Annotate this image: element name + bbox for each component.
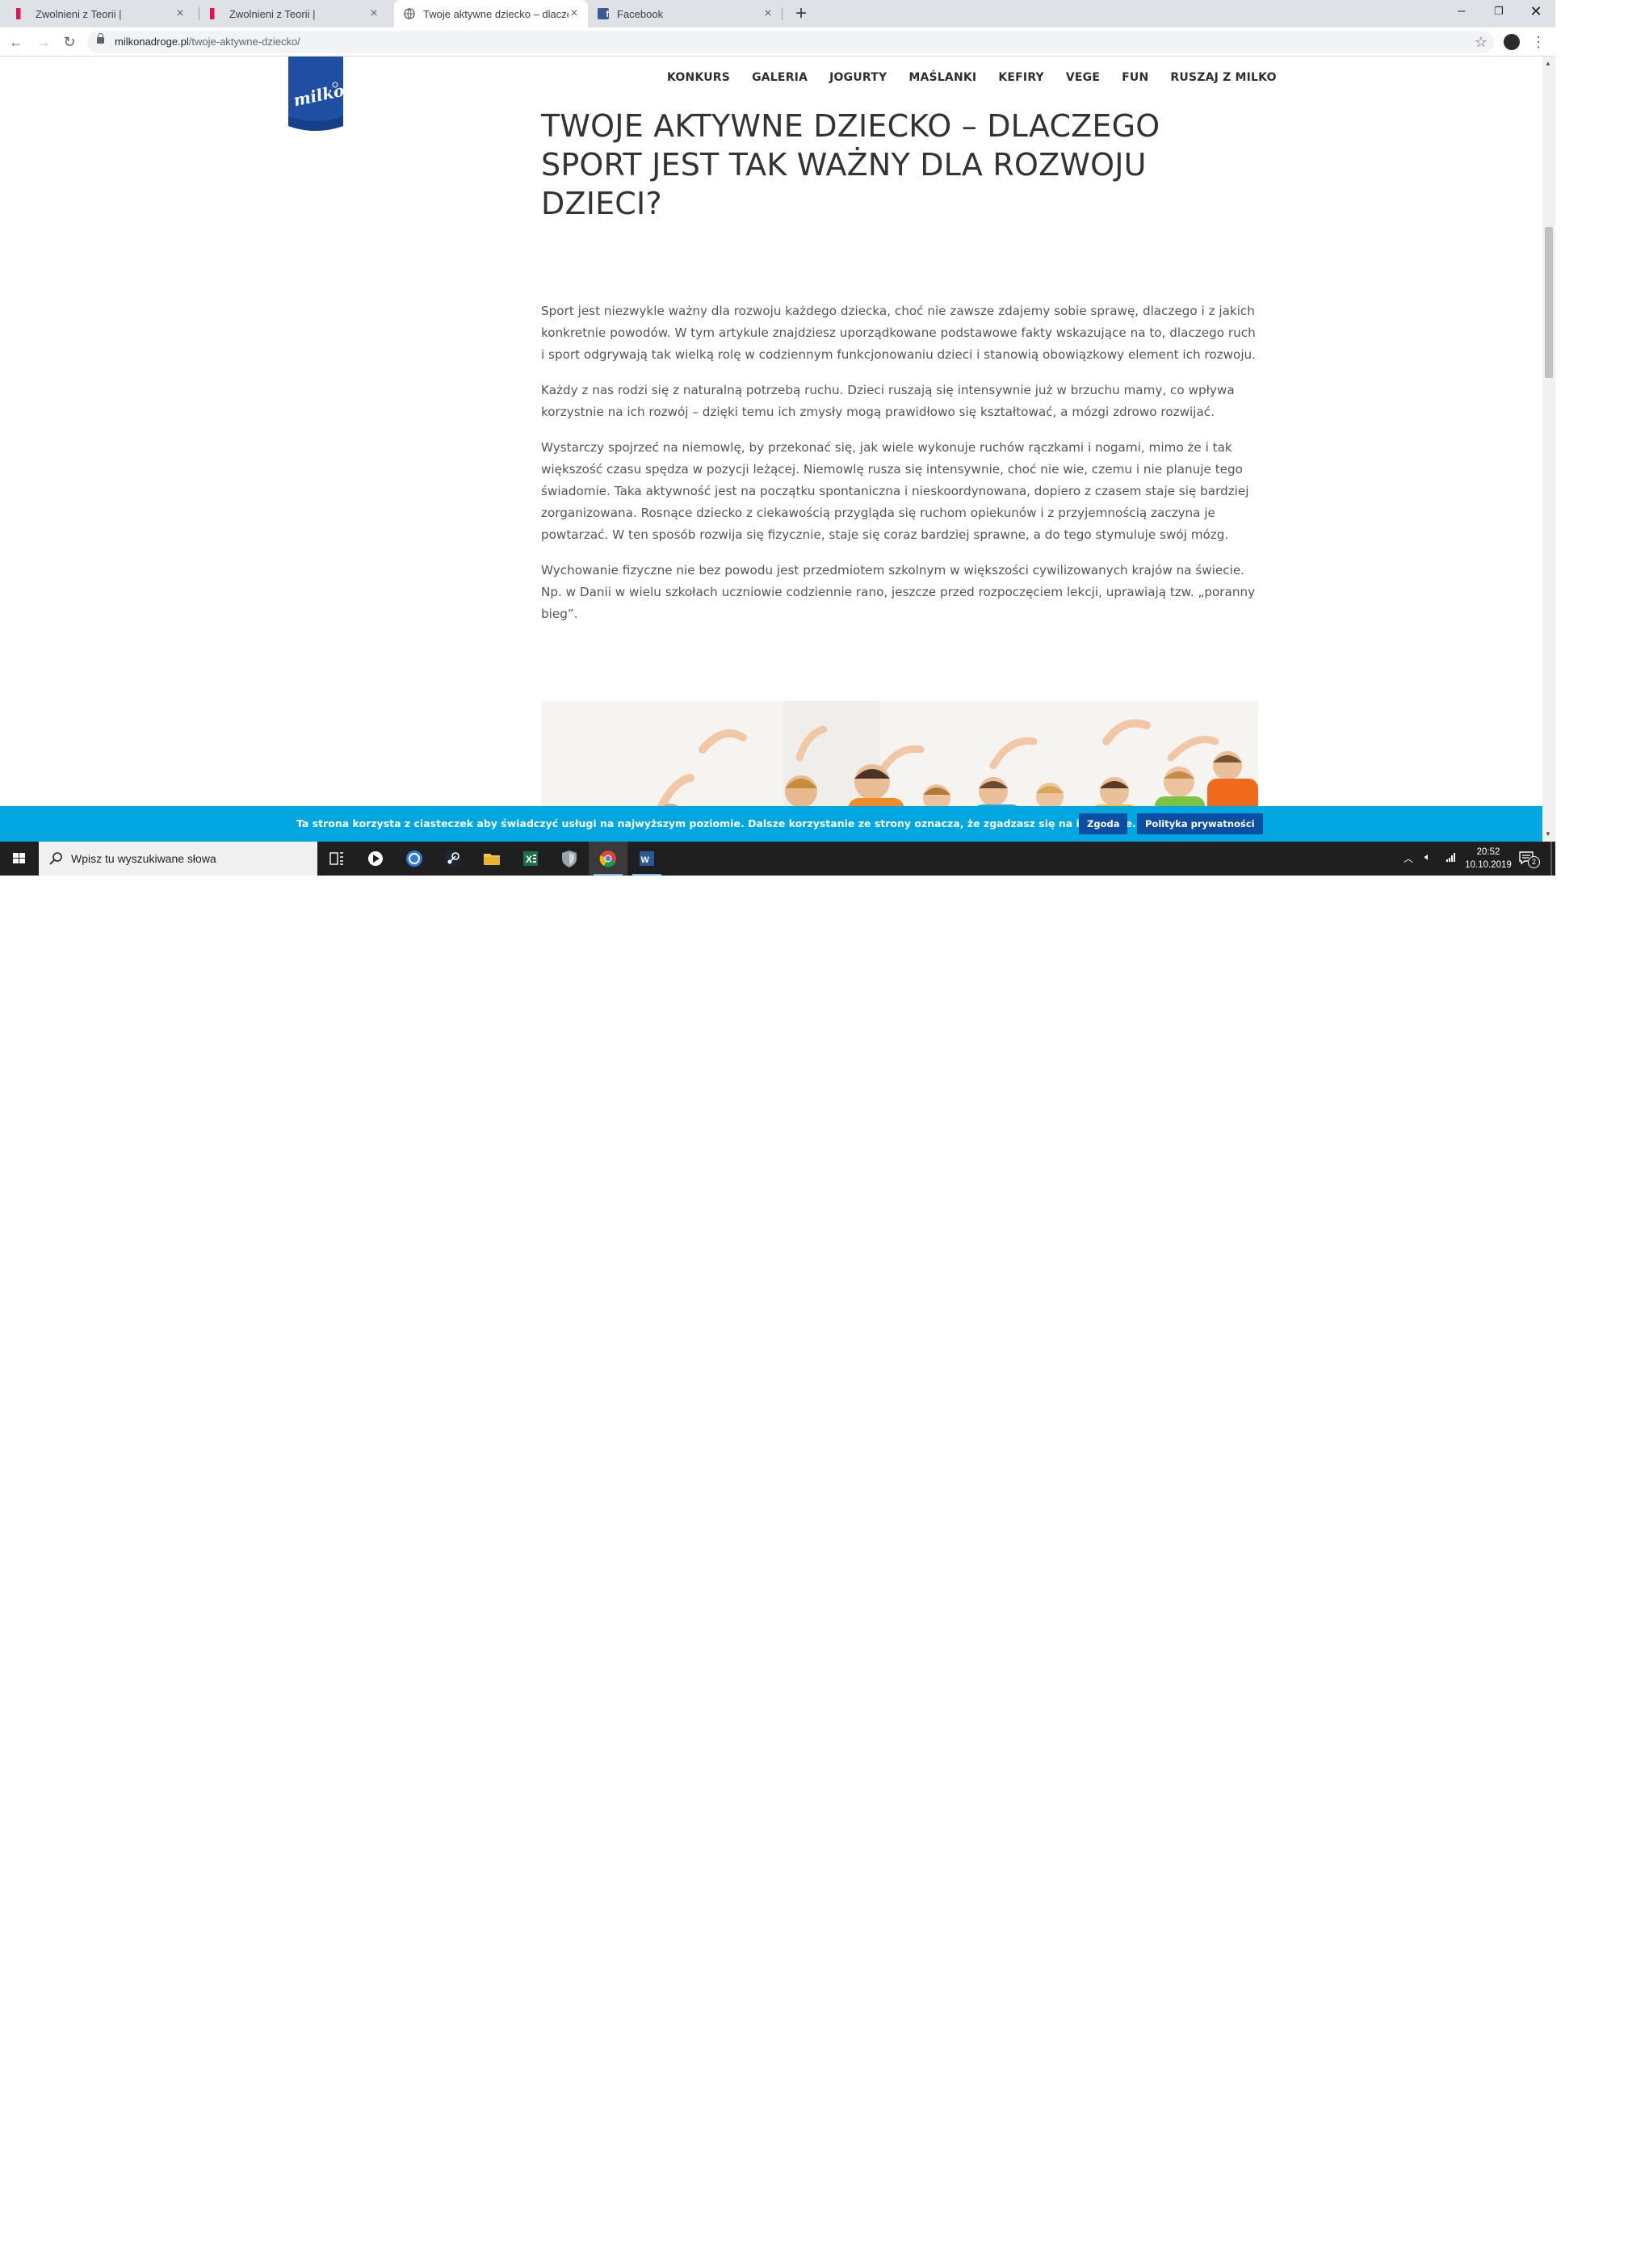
network-icon[interactable] bbox=[1445, 851, 1457, 865]
url-text: milkonadroge.pl/twoje-aktywne-dziecko/ bbox=[115, 31, 300, 53]
new-tab-button[interactable]: + bbox=[790, 2, 812, 25]
nav-item-fun[interactable]: FUN bbox=[1122, 71, 1148, 84]
tab-title: Twoje aktywne dziecko – dlaczego bbox=[423, 7, 569, 20]
tab-title: Facebook bbox=[617, 7, 664, 20]
clock-date: 10.10.2019 bbox=[1465, 860, 1512, 870]
svg-text:X: X bbox=[526, 854, 532, 865]
search-icon bbox=[48, 851, 63, 870]
word-icon[interactable]: W bbox=[627, 842, 666, 876]
browser-tab-strip: Zwolnieni z Teorii | × Zwolnieni z Teori… bbox=[0, 0, 1555, 27]
scroll-up-arrow-icon[interactable]: ▲ bbox=[1545, 60, 1551, 67]
tab-title: Zwolnieni z Teorii | bbox=[36, 7, 122, 20]
volume-icon[interactable]: 🔈︎ bbox=[1424, 850, 1431, 863]
windows-taskbar: Wpisz tu wyszukiwane słowa X W ︿ 🔈︎ 20:5… bbox=[0, 842, 1555, 876]
close-window-button[interactable]: ✕ bbox=[1517, 0, 1555, 24]
system-clock[interactable]: 20:52 10.10.2019 bbox=[1460, 846, 1517, 872]
page-scrollbar[interactable]: ▲ ▼ bbox=[1542, 57, 1555, 842]
scrollbar-thumb[interactable] bbox=[1545, 227, 1553, 378]
nav-item-maslanki[interactable]: MAŚLANKI bbox=[908, 71, 976, 84]
browser-tab[interactable]: Zwolnieni z Teorii | × bbox=[6, 0, 194, 27]
browser-tab[interactable]: Zwolnieni z Teorii | × bbox=[200, 0, 388, 27]
article-paragraph: Wychowanie fizyczne nie bez powodu jest … bbox=[541, 563, 1256, 621]
chrome-menu-icon[interactable]: ⋮ bbox=[1531, 32, 1546, 52]
nav-item-jogurty[interactable]: JOGURTY bbox=[829, 71, 887, 84]
close-tab-icon[interactable]: × bbox=[368, 6, 380, 21]
globe-icon bbox=[404, 8, 415, 19]
privacy-policy-button[interactable]: Polityka prywatności bbox=[1137, 813, 1263, 834]
tab-title: Zwolnieni z Teorii | bbox=[229, 7, 316, 20]
minimize-button[interactable]: – bbox=[1443, 0, 1480, 24]
close-tab-icon[interactable]: × bbox=[174, 6, 186, 21]
article-paragraph: Wystarczy spojrzeć na niemowlę, by przek… bbox=[541, 440, 1249, 542]
lock-icon bbox=[97, 33, 104, 44]
cookie-consent-bar: Ta strona korzysta z ciasteczek aby świa… bbox=[0, 806, 1542, 842]
close-tab-icon[interactable]: × bbox=[569, 6, 580, 21]
media-player-icon[interactable] bbox=[356, 842, 395, 876]
sync-icon[interactable] bbox=[395, 842, 434, 876]
reload-button[interactable]: ↻ bbox=[60, 32, 79, 52]
nav-item-vege[interactable]: VEGE bbox=[1066, 71, 1100, 84]
show-desktop-button[interactable] bbox=[1550, 842, 1552, 876]
chrome-icon[interactable] bbox=[589, 842, 627, 876]
back-button[interactable]: ← bbox=[6, 32, 26, 52]
excel-icon[interactable]: X bbox=[511, 842, 550, 876]
nav-item-galeria[interactable]: GALERIA bbox=[752, 71, 808, 84]
shield-app-icon[interactable] bbox=[550, 842, 589, 876]
cookie-accept-button[interactable]: Zgoda bbox=[1079, 813, 1128, 834]
clock-time: 20:52 bbox=[1476, 847, 1500, 857]
chevron-up-icon[interactable]: ︿ bbox=[1404, 851, 1413, 865]
browser-tab[interactable]: f Facebook × bbox=[588, 0, 782, 27]
page-viewport: milko KONKURS GALERIA JOGURTY MAŚLANKI K… bbox=[0, 57, 1542, 842]
scroll-down-arrow-icon[interactable]: ▼ bbox=[1545, 830, 1551, 838]
task-view-icon[interactable] bbox=[317, 842, 356, 876]
nav-item-konkurs[interactable]: KONKURS bbox=[667, 71, 730, 84]
close-tab-icon[interactable]: × bbox=[762, 6, 774, 21]
browser-toolbar: ← → ↻ milkonadroge.pl/twoje-aktywne-dzie… bbox=[0, 27, 1555, 57]
svg-text:W: W bbox=[641, 855, 650, 865]
cookie-notice-text: Ta strona korzysta z ciasteczek aby świa… bbox=[296, 817, 1136, 830]
tab-separator bbox=[782, 7, 783, 20]
address-bar[interactable]: milkonadroge.pl/twoje-aktywne-dziecko/ ☆ bbox=[87, 31, 1494, 53]
article-title: TWOJE AKTYWNE DZIECKO – DLACZEGO SPORT J… bbox=[541, 108, 1160, 221]
zwolnieni-favicon bbox=[16, 8, 27, 19]
url-path: /twoje-aktywne-dziecko/ bbox=[188, 36, 300, 48]
file-explorer-icon[interactable] bbox=[472, 842, 511, 876]
search-placeholder: Wpisz tu wyszukiwane słowa bbox=[71, 852, 216, 865]
steam-icon[interactable] bbox=[434, 842, 472, 876]
zwolnieni-favicon bbox=[210, 8, 221, 19]
extension-icon[interactable] bbox=[1504, 34, 1520, 50]
milko-logo[interactable]: milko bbox=[288, 57, 346, 132]
active-app-indicator bbox=[594, 874, 623, 876]
running-app-indicator bbox=[632, 874, 661, 876]
start-button[interactable] bbox=[0, 842, 39, 876]
notification-count-badge: 2 bbox=[1528, 856, 1540, 868]
screenshot: Zwolnieni z Teorii | × Zwolnieni z Teori… bbox=[0, 0, 1555, 876]
windows-logo-icon bbox=[13, 853, 25, 863]
action-center-icon[interactable]: 2 bbox=[1518, 850, 1540, 868]
browser-tab-active[interactable]: Twoje aktywne dziecko – dlaczego × bbox=[394, 0, 588, 27]
forward-button[interactable]: → bbox=[34, 32, 53, 52]
taskbar-search-box[interactable]: Wpisz tu wyszukiwane słowa bbox=[39, 842, 317, 876]
bookmark-star-icon[interactable]: ☆ bbox=[1475, 31, 1487, 53]
article-paragraph: Każdy z nas rodzi się z naturalną potrze… bbox=[541, 383, 1235, 419]
facebook-icon: f bbox=[598, 8, 609, 19]
article-paragraph: Sport jest niezwykle ważny dla rozwoju k… bbox=[541, 304, 1256, 362]
restore-button[interactable]: ❐ bbox=[1480, 0, 1517, 24]
main-navigation: KONKURS GALERIA JOGURTY MAŚLANKI KEFIRY … bbox=[667, 71, 1277, 84]
article-body: Sport jest niezwykle ważny dla rozwoju k… bbox=[541, 300, 1258, 639]
nav-item-kefiry[interactable]: KEFIRY bbox=[998, 71, 1044, 84]
nav-item-ruszaj-z-milko[interactable]: RUSZAJ Z MILKO bbox=[1170, 71, 1276, 84]
url-host: milkonadroge.pl bbox=[115, 36, 189, 48]
